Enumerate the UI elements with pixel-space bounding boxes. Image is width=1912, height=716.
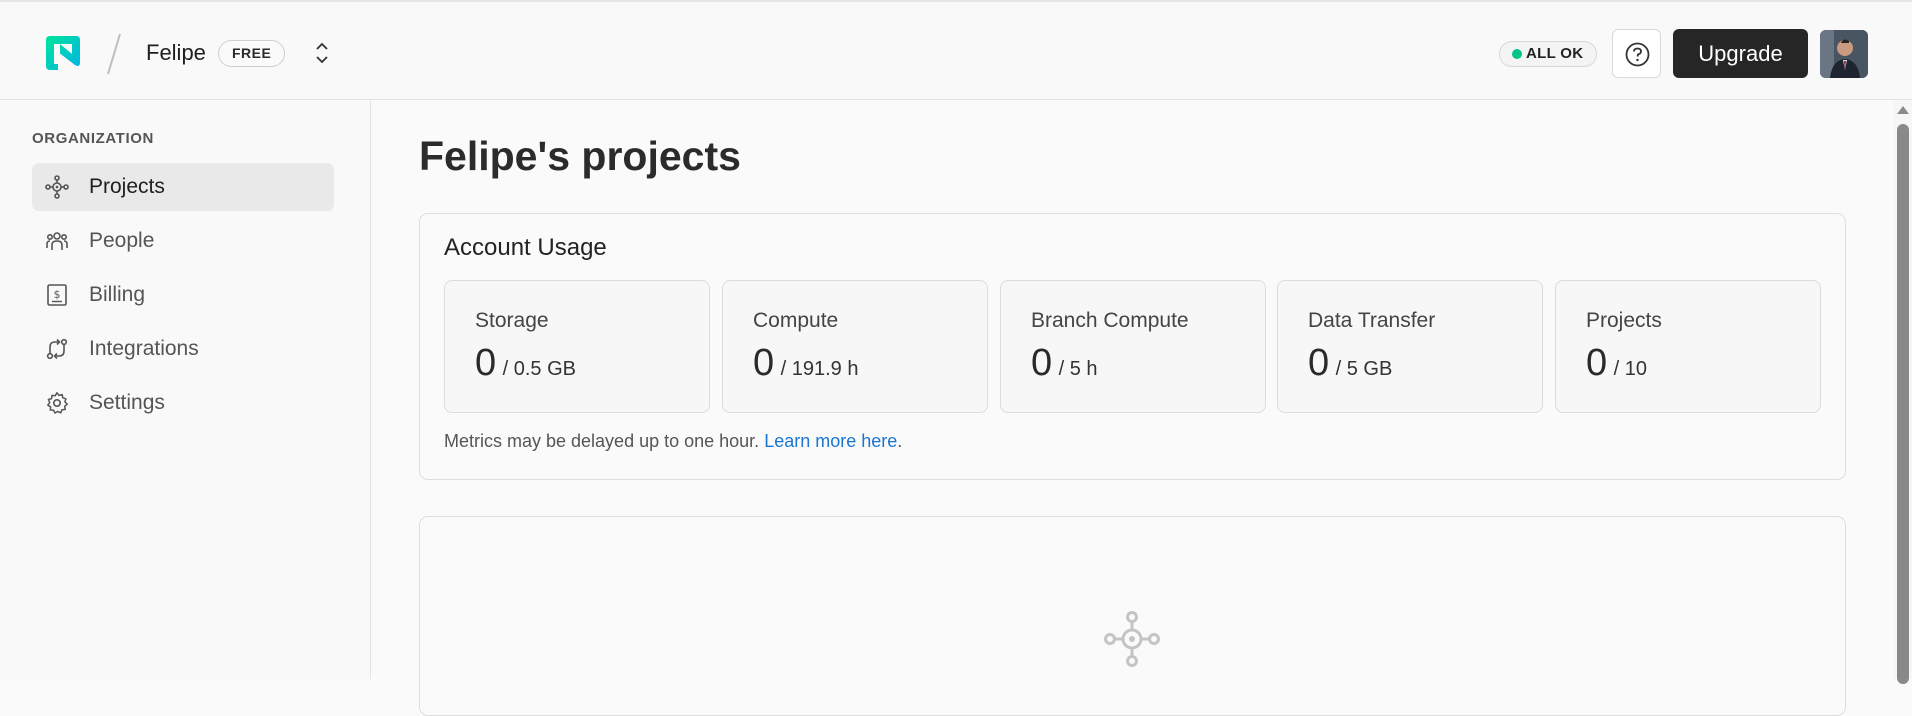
metric-compute: Compute 0 / 191.9 h xyxy=(722,280,988,413)
user-avatar-icon xyxy=(1820,30,1868,78)
sidebar-item-label: Billing xyxy=(89,283,146,306)
metric-limit: / 5 GB xyxy=(1335,358,1393,380)
help-button[interactable] xyxy=(1612,29,1661,78)
metric-value: 0 / 5 GB xyxy=(1308,342,1392,385)
metric-limit: / 5 h xyxy=(1058,358,1098,380)
gear-icon xyxy=(47,392,68,414)
metric-label: Projects xyxy=(1586,309,1662,332)
neon-logo-icon[interactable] xyxy=(42,32,84,74)
metric-used: 0 xyxy=(753,342,775,384)
metric-branch-compute: Branch Compute 0 / 5 h xyxy=(1000,280,1266,413)
billing-icon: $ xyxy=(47,284,67,306)
learn-more-link[interactable]: Learn more here xyxy=(764,431,897,451)
sidebar-item-label: Projects xyxy=(89,175,165,198)
status-dot-icon xyxy=(1512,49,1522,59)
scroll-thumb[interactable] xyxy=(1897,124,1909,684)
projects-empty-state xyxy=(419,516,1846,716)
metric-label: Storage xyxy=(475,309,549,332)
metrics-note: Metrics may be delayed up to one hour. L… xyxy=(444,431,902,452)
account-usage-card: Account Usage Storage 0 / 0.5 GB Compute… xyxy=(419,213,1846,480)
status-badge[interactable]: ALL OK xyxy=(1499,41,1598,67)
metric-value: 0 / 191.9 h xyxy=(753,342,858,385)
org-name[interactable]: Felipe xyxy=(146,40,206,66)
sidebar-item-integrations[interactable]: Integrations xyxy=(32,325,334,373)
usage-title: Account Usage xyxy=(444,234,607,261)
metric-used: 0 xyxy=(475,342,497,384)
sidebar: ORGANIZATION Projects People $ Billing I… xyxy=(0,100,371,679)
scroll-up-arrow-icon[interactable] xyxy=(1897,106,1909,114)
sidebar-item-label: Settings xyxy=(89,391,165,414)
metric-label: Branch Compute xyxy=(1031,309,1189,332)
metric-value: 0 / 5 h xyxy=(1031,342,1098,385)
metric-limit: / 0.5 GB xyxy=(502,358,576,380)
metric-data-transfer: Data Transfer 0 / 5 GB xyxy=(1277,280,1543,413)
metric-used: 0 xyxy=(1031,342,1053,384)
metric-storage: Storage 0 / 0.5 GB xyxy=(444,280,710,413)
sidebar-item-projects[interactable]: Projects xyxy=(32,163,334,211)
metric-limit: / 10 xyxy=(1613,358,1647,380)
breadcrumb-separator xyxy=(107,33,121,75)
projects-icon xyxy=(45,175,69,199)
integrations-icon xyxy=(46,338,68,360)
svg-text:$: $ xyxy=(54,288,61,301)
metric-label: Compute xyxy=(753,309,839,332)
sidebar-item-label: People xyxy=(89,229,155,252)
org-switcher-icon[interactable] xyxy=(313,39,331,67)
sidebar-item-people[interactable]: People xyxy=(32,217,334,265)
note-end: . xyxy=(897,431,903,451)
plan-badge: FREE xyxy=(218,40,286,67)
people-icon xyxy=(46,232,68,250)
status-label: ALL OK xyxy=(1526,45,1584,62)
sidebar-item-billing[interactable]: $ Billing xyxy=(32,271,334,319)
main-content: Felipe's projects Account Usage Storage … xyxy=(372,100,1892,716)
question-icon xyxy=(1625,42,1650,67)
sidebar-item-settings[interactable]: Settings xyxy=(32,379,334,427)
sidebar-heading: ORGANIZATION xyxy=(32,130,154,147)
metric-used: 0 xyxy=(1308,342,1330,384)
metric-used: 0 xyxy=(1586,342,1608,384)
sidebar-item-label: Integrations xyxy=(89,337,199,360)
top-bar: Felipe FREE ALL OK Upgrade xyxy=(0,0,1912,100)
projects-icon xyxy=(1104,611,1160,667)
page-title: Felipe's projects xyxy=(419,133,741,179)
metric-label: Data Transfer xyxy=(1308,309,1436,332)
vertical-scrollbar[interactable] xyxy=(1893,100,1912,684)
upgrade-button[interactable]: Upgrade xyxy=(1673,29,1808,78)
metric-projects: Projects 0 / 10 xyxy=(1555,280,1821,413)
avatar[interactable] xyxy=(1820,30,1868,78)
note-text: Metrics may be delayed up to one hour. xyxy=(444,431,760,451)
metric-limit: / 191.9 h xyxy=(780,358,859,380)
metric-value: 0 / 0.5 GB xyxy=(475,342,576,385)
metric-value: 0 / 10 xyxy=(1586,342,1647,385)
